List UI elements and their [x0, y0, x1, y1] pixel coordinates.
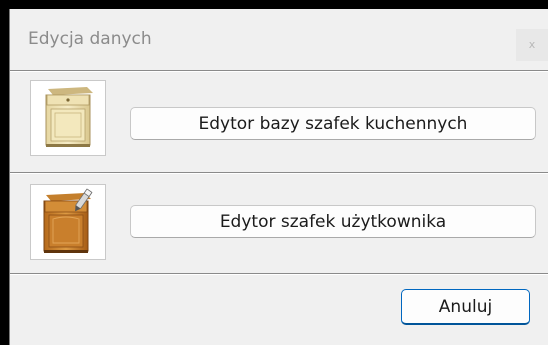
window-top-edge	[0, 0, 548, 9]
edit-data-dialog: Edycja danych x Edytor bazy szafek kuche…	[9, 9, 548, 345]
divider-bottom-highlight	[10, 274, 548, 275]
cancel-button[interactable]: Anuluj	[401, 289, 530, 325]
user-cabinet-icon[interactable]	[30, 184, 106, 260]
dialog-titlebar: Edycja danych x	[10, 9, 548, 73]
kitchen-cabinet-db-editor-button[interactable]: Edytor bazy szafek kuchennych	[130, 107, 536, 140]
kitchen-cabinet-icon[interactable]	[30, 80, 106, 156]
window-left-edge	[0, 0, 9, 345]
user-cabinet-editor-button[interactable]: Edytor szafek użytkownika	[130, 205, 536, 238]
divider-middle-highlight	[10, 173, 548, 174]
dialog-title: Edycja danych	[28, 29, 152, 49]
close-button[interactable]: x	[516, 29, 548, 61]
divider-top-highlight	[10, 71, 548, 72]
